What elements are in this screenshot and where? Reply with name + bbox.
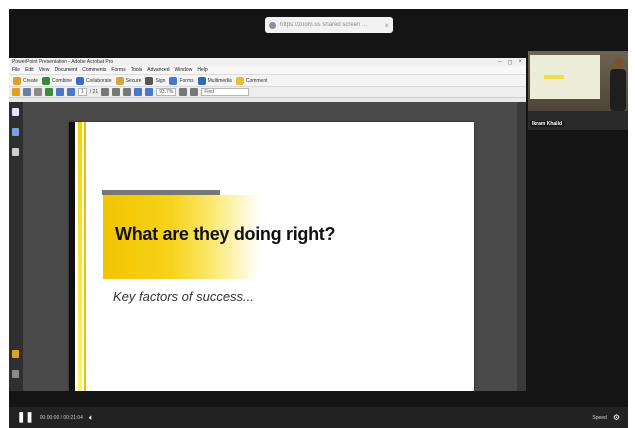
- secure-label: Secure: [125, 77, 142, 84]
- next-page-icon[interactable]: [67, 88, 75, 96]
- collaborate-label: Collaborate: [86, 77, 112, 84]
- multimedia-button[interactable]: Multimedia: [197, 76, 232, 85]
- hand-tool-icon[interactable]: [112, 88, 121, 96]
- create-icon: [13, 76, 21, 85]
- volume-icon[interactable]: 🔈︎: [89, 413, 94, 423]
- pages-icon[interactable]: [12, 108, 19, 116]
- menu-tools[interactable]: Tools: [131, 67, 143, 73]
- projector-highlight: [544, 75, 564, 79]
- menu-file[interactable]: File: [12, 67, 20, 73]
- zoom-tool-icon[interactable]: [123, 88, 132, 96]
- collaborate-button[interactable]: Collaborate: [76, 76, 112, 85]
- gear-icon[interactable]: ⚙︎: [613, 413, 620, 422]
- save-icon[interactable]: [23, 88, 31, 96]
- menu-view[interactable]: View: [39, 67, 50, 73]
- speed-button[interactable]: Speed: [592, 415, 606, 421]
- menu-edit[interactable]: Edit: [25, 67, 34, 73]
- page-number-input[interactable]: 1: [78, 88, 87, 96]
- tasks-toolbar: Create Combine Collaborate Secure Sign F…: [9, 74, 526, 86]
- screen-share-banner[interactable]: https://zoom.us shared screen ... ×: [265, 17, 393, 33]
- menu-window[interactable]: Window: [175, 67, 193, 73]
- presenter-body: [610, 69, 626, 111]
- forms-label: Forms: [179, 77, 194, 84]
- window-title: PowerPoint Presentation - Adobe Acrobat …: [12, 59, 114, 65]
- window-titlebar: PowerPoint Presentation - Adobe Acrobat …: [9, 58, 526, 66]
- shared-app-window: PowerPoint Presentation - Adobe Acrobat …: [9, 58, 526, 391]
- pen-icon: [145, 76, 154, 85]
- fit-page-icon[interactable]: [179, 88, 188, 96]
- menu-advanced[interactable]: Advanced: [147, 67, 169, 73]
- create-button[interactable]: Create: [13, 76, 39, 85]
- open-folder-icon[interactable]: [12, 88, 20, 96]
- secure-button[interactable]: Secure: [115, 76, 142, 85]
- slide-stripe-yellow: [78, 122, 82, 391]
- participant-name: Ikram Khalid: [530, 121, 565, 127]
- playback-time: 00:00:00 / 00:21:04: [39, 414, 83, 421]
- comment-button[interactable]: Comment: [235, 76, 268, 85]
- navigation-sidebar: [9, 102, 23, 391]
- slide-stripe-thin: [84, 122, 86, 391]
- zoom-in-icon[interactable]: [145, 88, 154, 96]
- forms-button[interactable]: Forms: [169, 76, 194, 85]
- slide-page: What are they doing right? Key factors o…: [69, 122, 474, 391]
- navigation-toolbar: 1 / 21 93.7% Find: [9, 86, 526, 98]
- fit-width-icon[interactable]: [190, 88, 199, 96]
- combine-button[interactable]: Combine: [42, 76, 73, 85]
- slide-title: What are they doing right?: [115, 224, 336, 244]
- slide-stripe-black: [69, 122, 75, 391]
- attachments-icon[interactable]: [12, 370, 19, 378]
- create-label: Create: [23, 77, 39, 84]
- zoom-field[interactable]: 93.7%: [156, 88, 177, 96]
- combine-label: Combine: [52, 77, 73, 84]
- projector-screen: [530, 55, 600, 99]
- webcam-tile[interactable]: Ikram Khalid: [528, 51, 628, 130]
- slide-subtitle: Key factors of success...: [113, 289, 254, 304]
- playback-controls: ❚❚ 00:00:00 / 00:21:04 🔈︎ Speed ⚙︎: [9, 407, 628, 428]
- sign-button[interactable]: Sign: [145, 76, 166, 85]
- menu-help[interactable]: Help: [197, 67, 207, 73]
- comment-icon: [235, 76, 244, 85]
- menu-document[interactable]: Document: [54, 67, 77, 73]
- vertical-scrollbar[interactable]: [517, 102, 526, 391]
- menu-forms[interactable]: Forms: [111, 67, 125, 73]
- lock-icon: [115, 76, 124, 85]
- share-icon: [269, 21, 276, 29]
- previous-page-icon[interactable]: [56, 88, 64, 96]
- menu-comments[interactable]: Comments: [82, 67, 106, 73]
- comment-label: Comment: [245, 77, 268, 84]
- multimedia-label: Multimedia: [207, 77, 232, 84]
- close-button[interactable]: ×: [518, 59, 522, 66]
- maximize-button[interactable]: ◻: [508, 59, 513, 66]
- find-input[interactable]: Find: [201, 88, 250, 96]
- menu-bar: File Edit View Document Comments Forms T…: [9, 66, 526, 74]
- email-icon[interactable]: [45, 88, 53, 96]
- film-icon: [197, 76, 206, 85]
- combine-icon: [42, 76, 51, 85]
- zoom-out-icon[interactable]: [134, 88, 143, 96]
- close-icon[interactable]: ×: [384, 21, 389, 30]
- bookmarks-icon[interactable]: [12, 128, 19, 136]
- comments-icon[interactable]: [12, 350, 19, 358]
- signatures-icon[interactable]: [12, 148, 19, 156]
- page-total: / 21: [89, 89, 99, 95]
- minimize-button[interactable]: –: [498, 59, 501, 66]
- share-banner-text: https://zoom.us shared screen ...: [280, 22, 368, 28]
- video-player: https://zoom.us shared screen ... × Powe…: [9, 9, 628, 428]
- collaborate-icon: [76, 76, 85, 85]
- forms-icon: [169, 76, 178, 85]
- document-area[interactable]: What are they doing right? Key factors o…: [23, 102, 526, 391]
- sign-label: Sign: [155, 77, 166, 84]
- pause-icon[interactable]: ❚❚: [17, 412, 34, 423]
- select-tool-icon[interactable]: [101, 88, 110, 96]
- print-icon[interactable]: [34, 88, 42, 96]
